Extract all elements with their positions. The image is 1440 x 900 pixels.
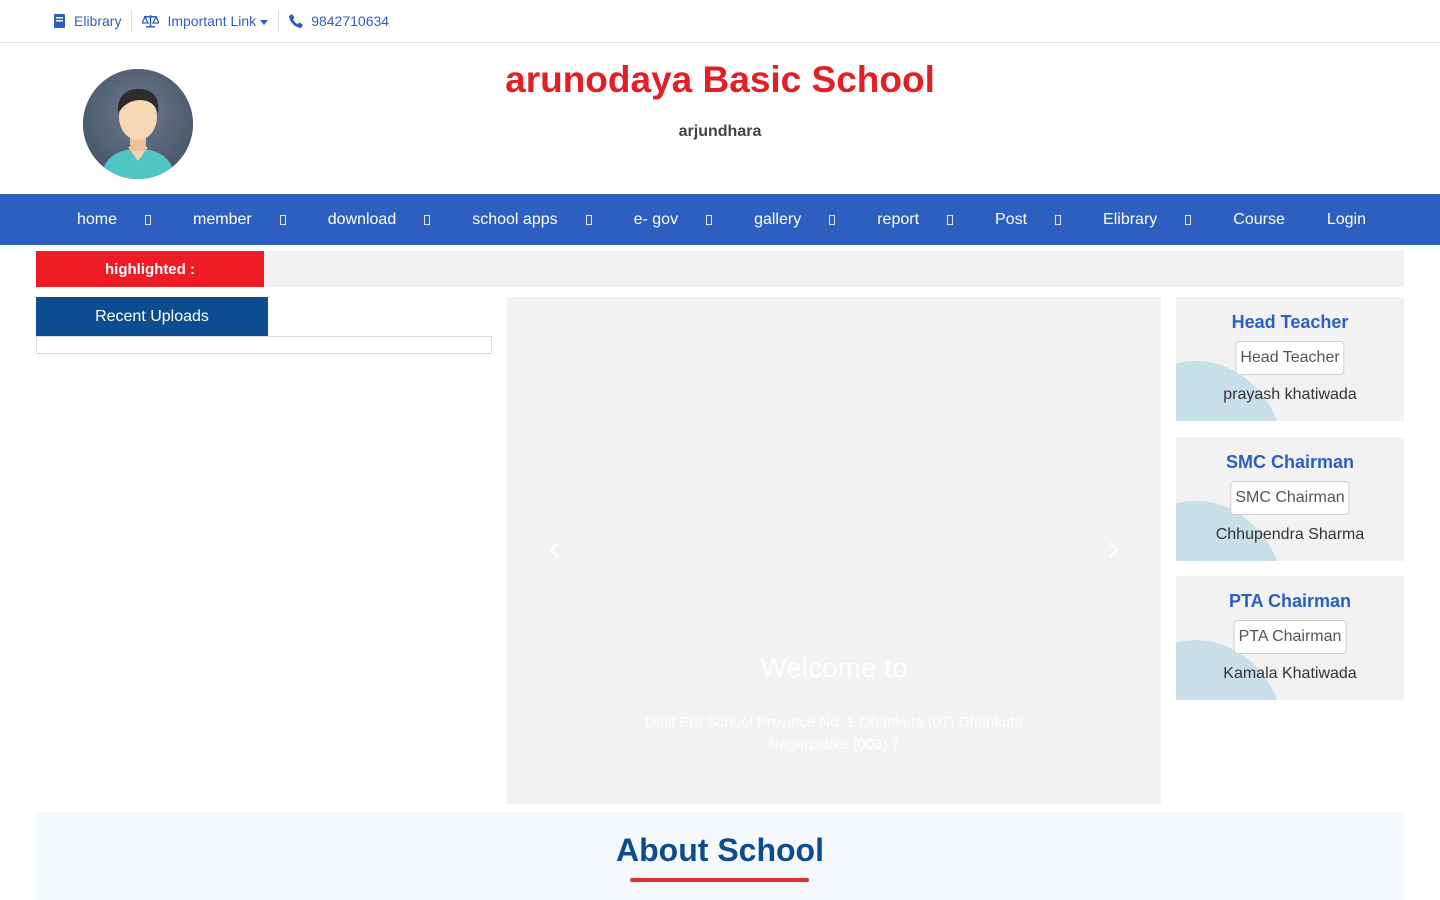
- nav-item-label: e- gov: [633, 210, 679, 228]
- title-underline: [630, 878, 809, 882]
- dropdown-icon: [706, 214, 713, 225]
- image-alt-text: Head Teacher: [1240, 349, 1340, 366]
- image-alt-text: SMC Chairman: [1235, 489, 1345, 506]
- nav-item-login[interactable]: Login: [1327, 211, 1366, 229]
- recent-uploads-list: [36, 336, 492, 354]
- recent-uploads-tab[interactable]: Recent Uploads: [36, 297, 268, 337]
- highlight-label: highlighted :: [36, 251, 264, 287]
- dropdown-icon: [585, 214, 592, 225]
- top-bar: Elibrary Important Link 9842710634: [0, 0, 1440, 43]
- nav-item-report[interactable]: report: [877, 210, 954, 229]
- nav-item-label: Login: [1326, 210, 1366, 228]
- nav-item-post[interactable]: Post: [995, 210, 1062, 229]
- about-section: About School: [36, 812, 1404, 900]
- nav-item-download[interactable]: download: [328, 211, 431, 229]
- card-person-name: prayash khatiwada: [1223, 386, 1357, 403]
- phone-link[interactable]: 9842710634: [279, 10, 399, 32]
- nav-item-label: member: [193, 210, 252, 228]
- school-subtitle: arjundhara: [678, 123, 762, 140]
- pta-chairman-card: PTA Chairman PTA Chairman Kamala Khatiwa…: [1176, 576, 1404, 700]
- dropdown-icon: [947, 214, 954, 225]
- main-nav: home member download school apps e- gov …: [0, 194, 1440, 245]
- dropdown-icon: [1055, 214, 1062, 225]
- highlight-ticker: highlighted :: [36, 251, 1404, 287]
- nav-item-gallery[interactable]: gallery: [754, 210, 836, 229]
- important-link-label: Important Link: [167, 13, 257, 29]
- pta-chairman-photo: PTA Chairman: [1233, 620, 1347, 654]
- dropdown-icon: [424, 214, 431, 225]
- dropdown-icon: [279, 214, 286, 225]
- site-header: arunodaya Basic School arjundhara: [0, 43, 1440, 194]
- welcome-carousel: Welcome to Dalit Pra School Province No.…: [507, 297, 1161, 804]
- card-person-name: Kamala Khatiwada: [1223, 665, 1357, 682]
- head-teacher-photo: Head Teacher: [1235, 341, 1345, 375]
- carousel-next-icon[interactable]: [1103, 540, 1123, 560]
- nav-item-label: Course: [1233, 210, 1285, 228]
- card-title: Head Teacher: [1231, 312, 1349, 332]
- carousel-description: Dalit Pra School Province No. 1 Dhankuta…: [645, 714, 1023, 753]
- nav-item-e-gov[interactable]: e- gov: [633, 210, 713, 229]
- head-teacher-card: Head Teacher Head Teacher prayash khatiw…: [1176, 297, 1404, 421]
- balance-scale-icon: [142, 15, 160, 28]
- phone-number: 9842710634: [311, 13, 390, 29]
- nav-item-label: Elibrary: [1103, 210, 1158, 228]
- nav-item-school-apps[interactable]: school apps: [472, 210, 592, 229]
- nav-item-label: school apps: [472, 210, 558, 228]
- card-person-name: Chhupendra Sharma: [1215, 526, 1365, 543]
- nav-item-course[interactable]: Course: [1233, 211, 1285, 229]
- dropdown-icon: [1185, 214, 1192, 225]
- elibrary-link[interactable]: Elibrary: [53, 10, 131, 32]
- carousel-prev-icon[interactable]: [545, 540, 565, 560]
- nav-item-member[interactable]: member: [193, 211, 286, 229]
- dropdown-icon: [145, 214, 152, 225]
- image-alt-text: PTA Chairman: [1238, 628, 1342, 645]
- nav-item-label: home: [77, 210, 118, 228]
- nav-item-label: report: [877, 210, 920, 228]
- nav-item-home[interactable]: home: [77, 210, 152, 229]
- nav-item-label: download: [327, 210, 397, 228]
- card-title: PTA Chairman: [1228, 591, 1352, 611]
- caret-down-icon: [260, 19, 269, 25]
- smc-chairman-photo: SMC Chairman: [1230, 481, 1350, 515]
- elibrary-label: Elibrary: [74, 13, 122, 29]
- card-title: SMC Chairman: [1225, 452, 1355, 472]
- school-name: arunodaya Basic School: [505, 59, 935, 100]
- dropdown-icon: [829, 214, 836, 225]
- nav-item-label: Post: [995, 210, 1028, 228]
- carousel-title: Welcome to: [760, 652, 908, 683]
- about-title: About School: [616, 832, 824, 868]
- book-icon: [54, 14, 65, 28]
- phone-icon: [289, 14, 304, 28]
- smc-chairman-card: SMC Chairman SMC Chairman Chhupendra Sha…: [1176, 437, 1404, 561]
- important-link-dropdown[interactable]: Important Link: [132, 10, 278, 32]
- nav-item-label: gallery: [754, 210, 802, 228]
- nav-item-elibrary[interactable]: Elibrary: [1103, 210, 1192, 229]
